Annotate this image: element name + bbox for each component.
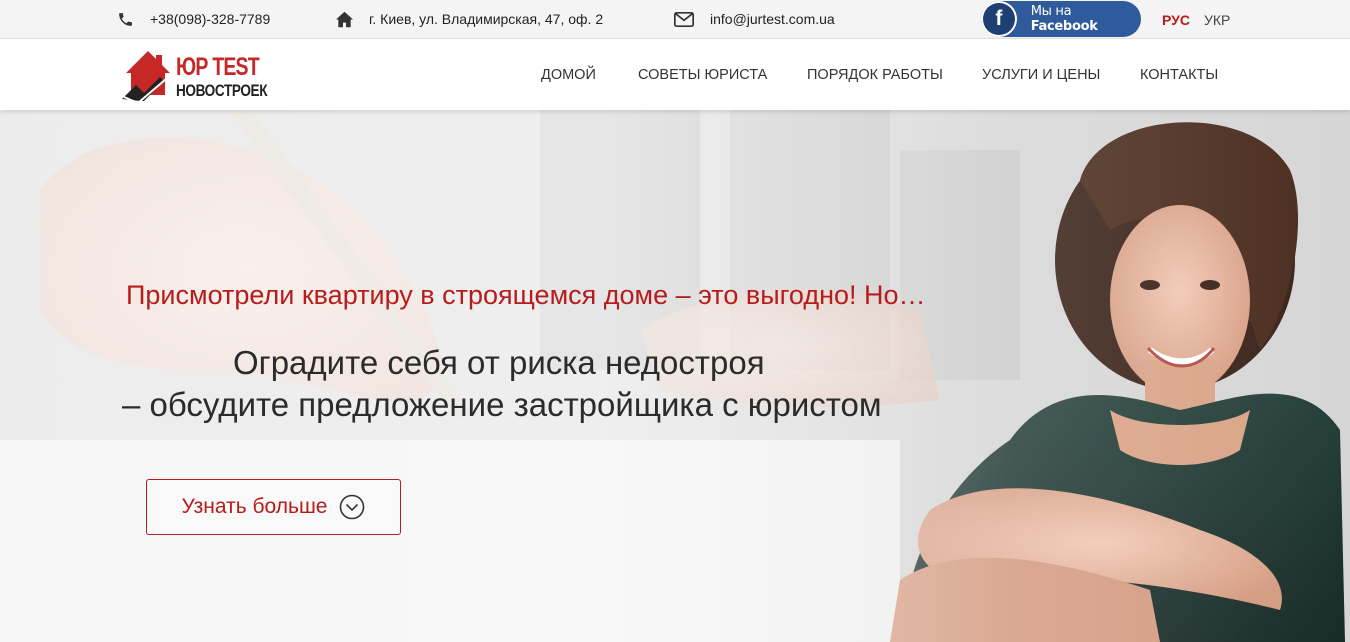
site-header: ЮР TEST НОВОСТРОЕК ДОМОЙ СОВЕТЫ ЮРИСТА П… bbox=[0, 39, 1350, 110]
facebook-button[interactable]: f Мы на Facebook bbox=[981, 1, 1141, 37]
logo-house-icon bbox=[122, 51, 170, 105]
email-text: info@jurtest.com.ua bbox=[710, 11, 835, 27]
chevron-down-circle-icon bbox=[340, 494, 365, 520]
phone-text: +38(098)-328-7789 bbox=[150, 11, 271, 27]
top-contact-bar: +38(098)-328-7789 г. Киев, ул. Владимирс… bbox=[0, 0, 1350, 39]
facebook-label: Мы на Facebook bbox=[1031, 4, 1141, 34]
phone-icon bbox=[119, 12, 132, 26]
contact-phone[interactable]: +38(098)-328-7789 bbox=[117, 0, 270, 38]
hero-banner: Присмотрели квартиру в строящемся доме –… bbox=[0, 110, 1350, 642]
hero-title-line-1: Оградите себя от риска недостроя bbox=[233, 344, 765, 381]
envelope-icon bbox=[674, 11, 694, 27]
logo-title: ЮР TEST bbox=[176, 53, 260, 81]
learn-more-button[interactable]: Узнать больше bbox=[146, 479, 401, 535]
hero-title-line-2: – обсудите предложение застройщика с юри… bbox=[122, 386, 882, 423]
nav-work-order[interactable]: ПОРЯДОК РАБОТЫ bbox=[807, 67, 943, 83]
hero-title: Оградите себя от риска недостроя – обсуд… bbox=[122, 342, 882, 426]
nav-services-prices[interactable]: УСЛУГИ И ЦЕНЫ bbox=[982, 67, 1100, 83]
facebook-icon: f bbox=[981, 1, 1017, 37]
logo-subtitle: НОВОСТРОЕК bbox=[176, 81, 268, 100]
facebook-brand: Facebook bbox=[1030, 19, 1098, 34]
language-uk[interactable]: УКР bbox=[1204, 0, 1230, 40]
facebook-prefix: Мы на bbox=[1030, 4, 1072, 19]
contact-email[interactable]: info@jurtest.com.ua bbox=[674, 0, 835, 38]
hero-subtitle: Присмотрели квартиру в строящемся доме –… bbox=[126, 280, 926, 310]
home-icon bbox=[336, 11, 353, 27]
contact-address: г. Киев, ул. Владимирская, 47, оф. 2 bbox=[335, 0, 603, 38]
nav-lawyer-advice[interactable]: СОВЕТЫ ЮРИСТА bbox=[638, 67, 767, 83]
learn-more-label: Узнать больше bbox=[181, 495, 328, 518]
nav-contacts[interactable]: КОНТАКТЫ bbox=[1140, 67, 1218, 83]
site-logo[interactable]: ЮР TEST НОВОСТРОЕК bbox=[120, 45, 285, 105]
nav-home[interactable]: ДОМОЙ bbox=[541, 67, 596, 83]
language-ru[interactable]: РУС bbox=[1162, 0, 1190, 40]
address-text: г. Киев, ул. Владимирская, 47, оф. 2 bbox=[369, 11, 604, 27]
